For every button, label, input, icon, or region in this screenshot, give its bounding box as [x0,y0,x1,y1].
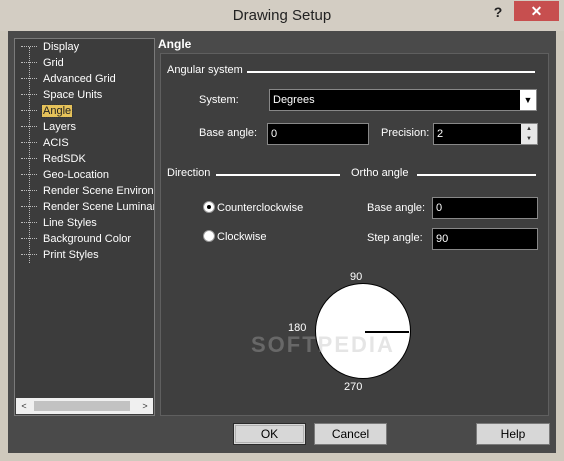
system-select-value: Degrees [273,94,315,106]
radio-checked-icon[interactable] [203,201,215,213]
section-divider [247,71,535,73]
spin-down-icon[interactable]: ▼ [521,134,537,144]
scroll-left-icon[interactable]: < [16,398,32,414]
tree-item-grid[interactable]: Grid [21,57,65,73]
drawing-setup-dialog: Drawing Setup ? ✕ Display Grid Advanced … [0,0,564,461]
tree-item-layers[interactable]: Layers [21,121,77,137]
radio-unchecked-icon[interactable] [203,230,215,242]
system-select[interactable]: Degrees ▼ [269,89,537,111]
close-icon[interactable]: ✕ [514,1,559,21]
ortho-base-angle-input[interactable]: 0 [432,197,538,219]
precision-stepper[interactable]: 2 ▲ ▼ [433,123,538,145]
tree-item-render-scene-environment[interactable]: Render Scene Environ [21,185,154,201]
spin-up-icon[interactable]: ▲ [521,124,537,134]
page-title: Angle [158,37,192,51]
window-title: Drawing Setup [232,7,332,24]
tree-horizontal-scrollbar[interactable]: < > [16,398,153,414]
settings-tree[interactable]: Display Grid Advanced Grid Space Units A… [14,38,155,416]
precision-label: Precision: [381,127,430,139]
dialog-client: Display Grid Advanced Grid Space Units A… [8,31,556,453]
tree-item-background-color[interactable]: Background Color [21,233,132,249]
system-label: System: [199,94,239,106]
tree-item-line-styles[interactable]: Line Styles [21,217,98,233]
ortho-angle-label: Ortho angle [351,167,409,179]
angle-settings-panel: Angular system System: Degrees ▼ Base an… [160,53,549,416]
title-bar: Drawing Setup ? ✕ [0,0,564,31]
tree-item-display[interactable]: Display [21,41,80,57]
section-divider [417,174,536,176]
ok-button[interactable]: OK [233,423,306,445]
step-angle-label: Step angle: [367,232,423,244]
dial-label-270: 270 [344,381,363,393]
angular-system-label: Angular system [167,64,243,76]
chevron-down-icon[interactable]: ▼ [520,90,536,110]
section-divider [216,174,340,176]
tree-item-print-styles[interactable]: Print Styles [21,249,100,265]
base-angle-label: Base angle: [199,127,258,139]
cancel-button[interactable]: Cancel [314,423,387,445]
tree-item-advanced-grid[interactable]: Advanced Grid [21,73,117,89]
help-icon[interactable]: ? [486,2,510,22]
tree-item-acis[interactable]: ACIS [21,137,70,153]
help-button[interactable]: Help [476,423,550,445]
direction-label: Direction [167,167,211,179]
counterclockwise-radio[interactable]: Counterclockwise [203,201,303,214]
tree-item-geo-location[interactable]: Geo-Location [21,169,110,185]
precision-value: 2 [437,128,444,140]
tree-item-redsdk[interactable]: RedSDK [21,153,87,169]
ortho-base-angle-label: Base angle: [367,202,426,214]
step-angle-input[interactable]: 90 [432,228,538,250]
tree-item-render-scene-luminance[interactable]: Render Scene Luminan [21,201,154,217]
dial-label-90: 90 [350,271,363,283]
tree-item-space-units[interactable]: Space Units [21,89,103,105]
clockwise-radio[interactable]: Clockwise [203,230,267,243]
scrollbar-thumb[interactable] [34,401,130,411]
softpedia-watermark: SOFTPEDIA [251,332,395,357]
base-angle-input[interactable]: 0 [267,123,369,145]
scroll-right-icon[interactable]: > [137,398,153,414]
tree-item-angle[interactable]: Angle [21,104,74,121]
angle-direction-dial [315,283,411,379]
